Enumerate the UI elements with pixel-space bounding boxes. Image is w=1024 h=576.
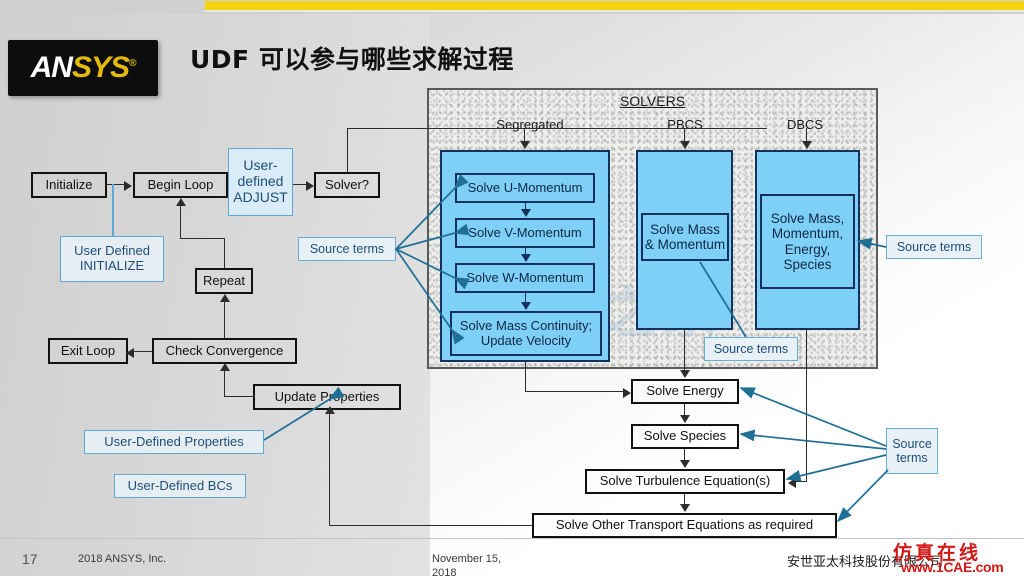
connector-return-vertical (329, 412, 331, 525)
node-solve-energy: Solve Energy (631, 379, 739, 404)
node-begin-loop: Begin Loop (133, 172, 228, 198)
footer-date: November 15, 2018 (432, 553, 502, 576)
page-number: 17 (22, 551, 38, 567)
connector-dbcs-down (806, 330, 808, 481)
accent-yellow-bar (205, 1, 1024, 10)
node-user-defined-initialize: User Defined INITIALIZE (60, 236, 164, 282)
column-label-segregated: Segregated (496, 117, 564, 132)
step-solve-mass-continuity: Solve Mass Continuity; Update Velocity (450, 311, 602, 356)
node-solve-turbulence: Solve Turbulence Equation(s) (585, 469, 785, 494)
node-exit-loop: Exit Loop (48, 338, 128, 364)
callout-source-terms-right: Source terms (886, 235, 982, 259)
arrowhead-check-to-repeat (220, 294, 230, 302)
arrowhead-turbulence-to-other (680, 504, 690, 512)
connector-initialize-to-beginloop (107, 184, 125, 186)
node-user-defined-adjust: User- defined ADJUST (228, 148, 293, 216)
connector-update-to-check-v (224, 370, 226, 397)
node-solver-question: Solver? (314, 172, 380, 198)
ansys-logo: ANSYS® (8, 40, 158, 96)
watermark-url: www.1CAE.com (901, 559, 1004, 575)
arrowhead-initialize-to-beginloop (124, 181, 132, 191)
connector-update-to-check-h (224, 396, 255, 398)
arrowhead-bus-to-dbcs (802, 141, 812, 149)
arrowhead-segregated-to-energy (623, 388, 631, 398)
step-solve-v-momentum: Solve V-Momentum (455, 218, 595, 248)
callout-source-terms-mid: Source terms (704, 337, 798, 361)
node-user-defined-properties: User-Defined Properties (84, 430, 264, 454)
connector-segregated-down (525, 362, 527, 391)
arrowhead-update-to-check (220, 363, 230, 371)
arrowhead-check-to-exit (126, 348, 134, 358)
arrowhead-dbcs-to-turbulence (788, 478, 796, 488)
node-user-defined-bcs: User-Defined BCs (114, 474, 246, 498)
connector-repeat-to-beginloop (180, 205, 182, 239)
arrowhead-energy-to-species (680, 415, 690, 423)
logo-text-an: AN (30, 51, 73, 84)
connector-pbcs-down (684, 330, 686, 372)
arrowhead-w-to-continuity (521, 302, 531, 310)
arrowhead-bus-to-pbcs (680, 141, 690, 149)
connector-bus-to-segregated (524, 128, 526, 142)
accent-yellow-bar-shadow (205, 10, 1024, 12)
slide-canvas: ANSYS® UDF 可以参与哪些求解过程 SOLVERS Segregated… (0, 0, 1024, 576)
logo-text-sys: SYS (71, 51, 130, 84)
arrowhead-return-to-update (325, 406, 335, 414)
arrowhead-repeat-to-beginloop (176, 198, 186, 206)
node-initialize: Initialize (31, 172, 107, 198)
connector-check-to-repeat (224, 302, 226, 338)
connector-top-bus (347, 128, 767, 130)
arrowhead-v-to-w (521, 254, 531, 262)
arrowhead-bus-to-segregated (520, 141, 530, 149)
step-solve-u-momentum: Solve U-Momentum (455, 173, 595, 203)
connector-return-horizontal (329, 525, 533, 527)
node-solve-other-transport: Solve Other Transport Equations as requi… (532, 513, 837, 538)
arrowhead-pbcs-to-energy (680, 370, 690, 378)
footer-copyright: 2018 ANSYS, Inc. (78, 553, 167, 565)
node-solve-species: Solve Species (631, 424, 739, 449)
node-check-convergence: Check Convergence (152, 338, 297, 364)
column-label-dbcs: DBCS (786, 117, 824, 132)
step-solve-w-momentum: Solve W-Momentum (455, 263, 595, 293)
callout-source-terms-bottom: Source terms (886, 428, 938, 474)
connector-bus-to-dbcs (806, 128, 808, 142)
connector-adjust-to-solver (293, 184, 307, 186)
connector-repeat-up (224, 238, 226, 268)
connector-udinitialize-to-flow (112, 184, 114, 236)
arrowhead-u-to-v (521, 209, 531, 217)
connector-solver-up (347, 128, 349, 172)
logo-registered-mark: ® (129, 58, 136, 69)
page-title: UDF 可以参与哪些求解过程 (190, 45, 514, 74)
step-solve-mass-momentum-energy-species: Solve Mass, Momentum, Energy, Species (760, 194, 855, 289)
connector-segregated-to-energy (525, 391, 625, 393)
arrowhead-adjust-to-solver (306, 181, 314, 191)
connector-repeat-left (180, 238, 225, 240)
arrowhead-species-to-turbulence (680, 460, 690, 468)
connector-bus-to-pbcs (684, 128, 686, 142)
solvers-panel-title: SOLVERS (619, 93, 686, 109)
footer-divider (0, 538, 1024, 539)
step-solve-mass-and-momentum: Solve Mass & Momentum (641, 213, 729, 261)
callout-source-terms-left: Source terms (298, 237, 396, 261)
node-repeat: Repeat (195, 268, 253, 294)
